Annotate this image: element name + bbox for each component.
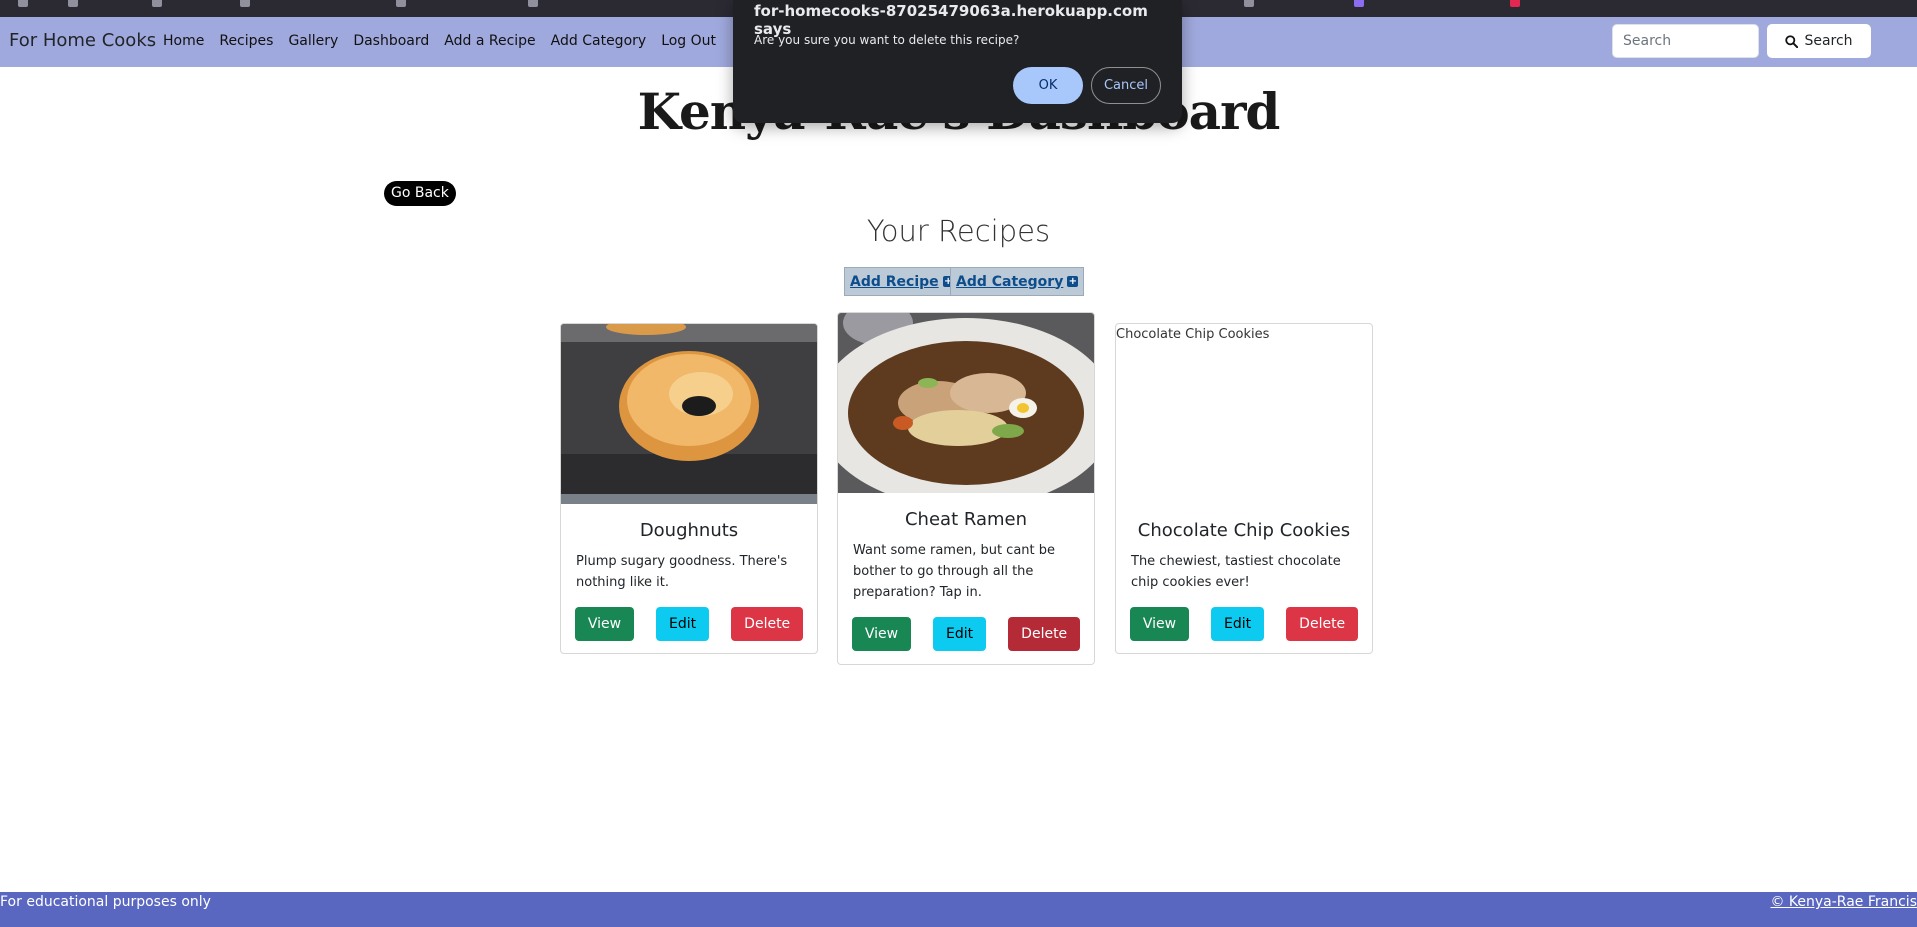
delete-button[interactable]: Delete — [731, 607, 804, 641]
add-category-label: Add Category — [956, 273, 1064, 290]
footer-disclaimer: For educational purposes only — [0, 894, 211, 910]
view-button[interactable]: View — [1129, 607, 1190, 641]
recipe-actions: View Edit Delete — [561, 607, 817, 641]
search-input[interactable]: Search — [1612, 24, 1759, 58]
recipe-description: Want some ramen, but cant be bother to g… — [853, 543, 1056, 600]
add-recipe-button[interactable]: Add Recipe + — [844, 267, 960, 296]
edit-button[interactable]: Edit — [656, 607, 710, 641]
recipe-card: Doughnuts Plump sugary goodness. There's… — [560, 323, 818, 654]
recipe-actions: View Edit Delete — [1116, 607, 1372, 641]
confirm-dialog: for-homecooks-87025479063a.herokuapp.com… — [733, 0, 1182, 123]
tab-favicon-icon — [240, 0, 250, 7]
dialog-ok-button[interactable]: OK — [1013, 67, 1083, 104]
recipe-card: Cheat Ramen Want some ramen, but cant be… — [837, 312, 1095, 665]
view-button[interactable]: View — [851, 617, 912, 651]
recipe-card: Chocolate Chip Cookies Chocolate Chip Co… — [1115, 323, 1373, 654]
recipe-title: Chocolate Chip Cookies — [1137, 520, 1351, 541]
nav-link-log-out[interactable]: Log Out — [661, 33, 716, 49]
search-button-label: Search — [1804, 33, 1853, 49]
broken-image-alt-text: Chocolate Chip Cookies — [1116, 327, 1270, 342]
search-button[interactable]: Search — [1767, 24, 1871, 58]
plus-icon: + — [1067, 276, 1079, 287]
recipe-description: Plump sugary goodness. There's nothing l… — [576, 554, 788, 590]
tab-favicon-icon — [68, 0, 78, 7]
add-recipe-label: Add Recipe — [850, 273, 939, 290]
recipe-description: The chewiest, tastiest chocolate chip co… — [1131, 554, 1341, 590]
recipe-image-doughnuts — [561, 324, 817, 504]
delete-button[interactable]: Delete — [1286, 607, 1359, 641]
tab-favicon-icon — [1244, 0, 1254, 7]
recipe-image-cheat-ramen — [838, 313, 1094, 493]
recipe-actions: View Edit Delete — [838, 617, 1094, 651]
tab-favicon-icon — [1510, 0, 1520, 7]
dialog-cancel-button[interactable]: Cancel — [1091, 67, 1161, 104]
recipe-title: Cheat Ramen — [904, 509, 1028, 530]
section-title: Your Recipes — [866, 214, 1051, 248]
delete-button[interactable]: Delete — [1008, 617, 1081, 651]
nav-link-recipes[interactable]: Recipes — [219, 33, 273, 49]
footer-copyright-link[interactable]: © Kenya-Rae Francis — [1770, 894, 1917, 910]
view-button[interactable]: View — [574, 607, 635, 641]
recipe-image-chocolate-chip-cookies: Chocolate Chip Cookies — [1116, 324, 1372, 504]
nav-link-add-category[interactable]: Add Category — [551, 33, 647, 49]
nav-link-gallery[interactable]: Gallery — [288, 33, 338, 49]
tab-favicon-icon — [18, 0, 28, 7]
navbar-brand[interactable]: For Home Cooks — [9, 30, 156, 51]
nav-link-dashboard[interactable]: Dashboard — [353, 33, 429, 49]
recipe-title: Doughnuts — [639, 520, 739, 541]
footer: For educational purposes only © Kenya-Ra… — [0, 892, 1917, 927]
tab-favicon-icon — [152, 0, 162, 7]
dialog-message: Are you sure you want to delete this rec… — [754, 33, 1020, 47]
add-category-button[interactable]: Add Category + — [950, 267, 1085, 296]
go-back-button[interactable]: Go Back — [384, 181, 456, 206]
tab-favicon-icon — [528, 0, 538, 7]
edit-button[interactable]: Edit — [933, 617, 987, 651]
edit-button[interactable]: Edit — [1211, 607, 1265, 641]
nav-link-home[interactable]: Home — [163, 33, 204, 49]
search-icon — [1785, 34, 1799, 48]
tab-favicon-icon — [396, 0, 406, 7]
nav-links: Home Recipes Gallery Dashboard Add a Rec… — [163, 33, 731, 49]
nav-link-add-recipe[interactable]: Add a Recipe — [444, 33, 535, 49]
tab-favicon-icon — [1354, 0, 1364, 7]
